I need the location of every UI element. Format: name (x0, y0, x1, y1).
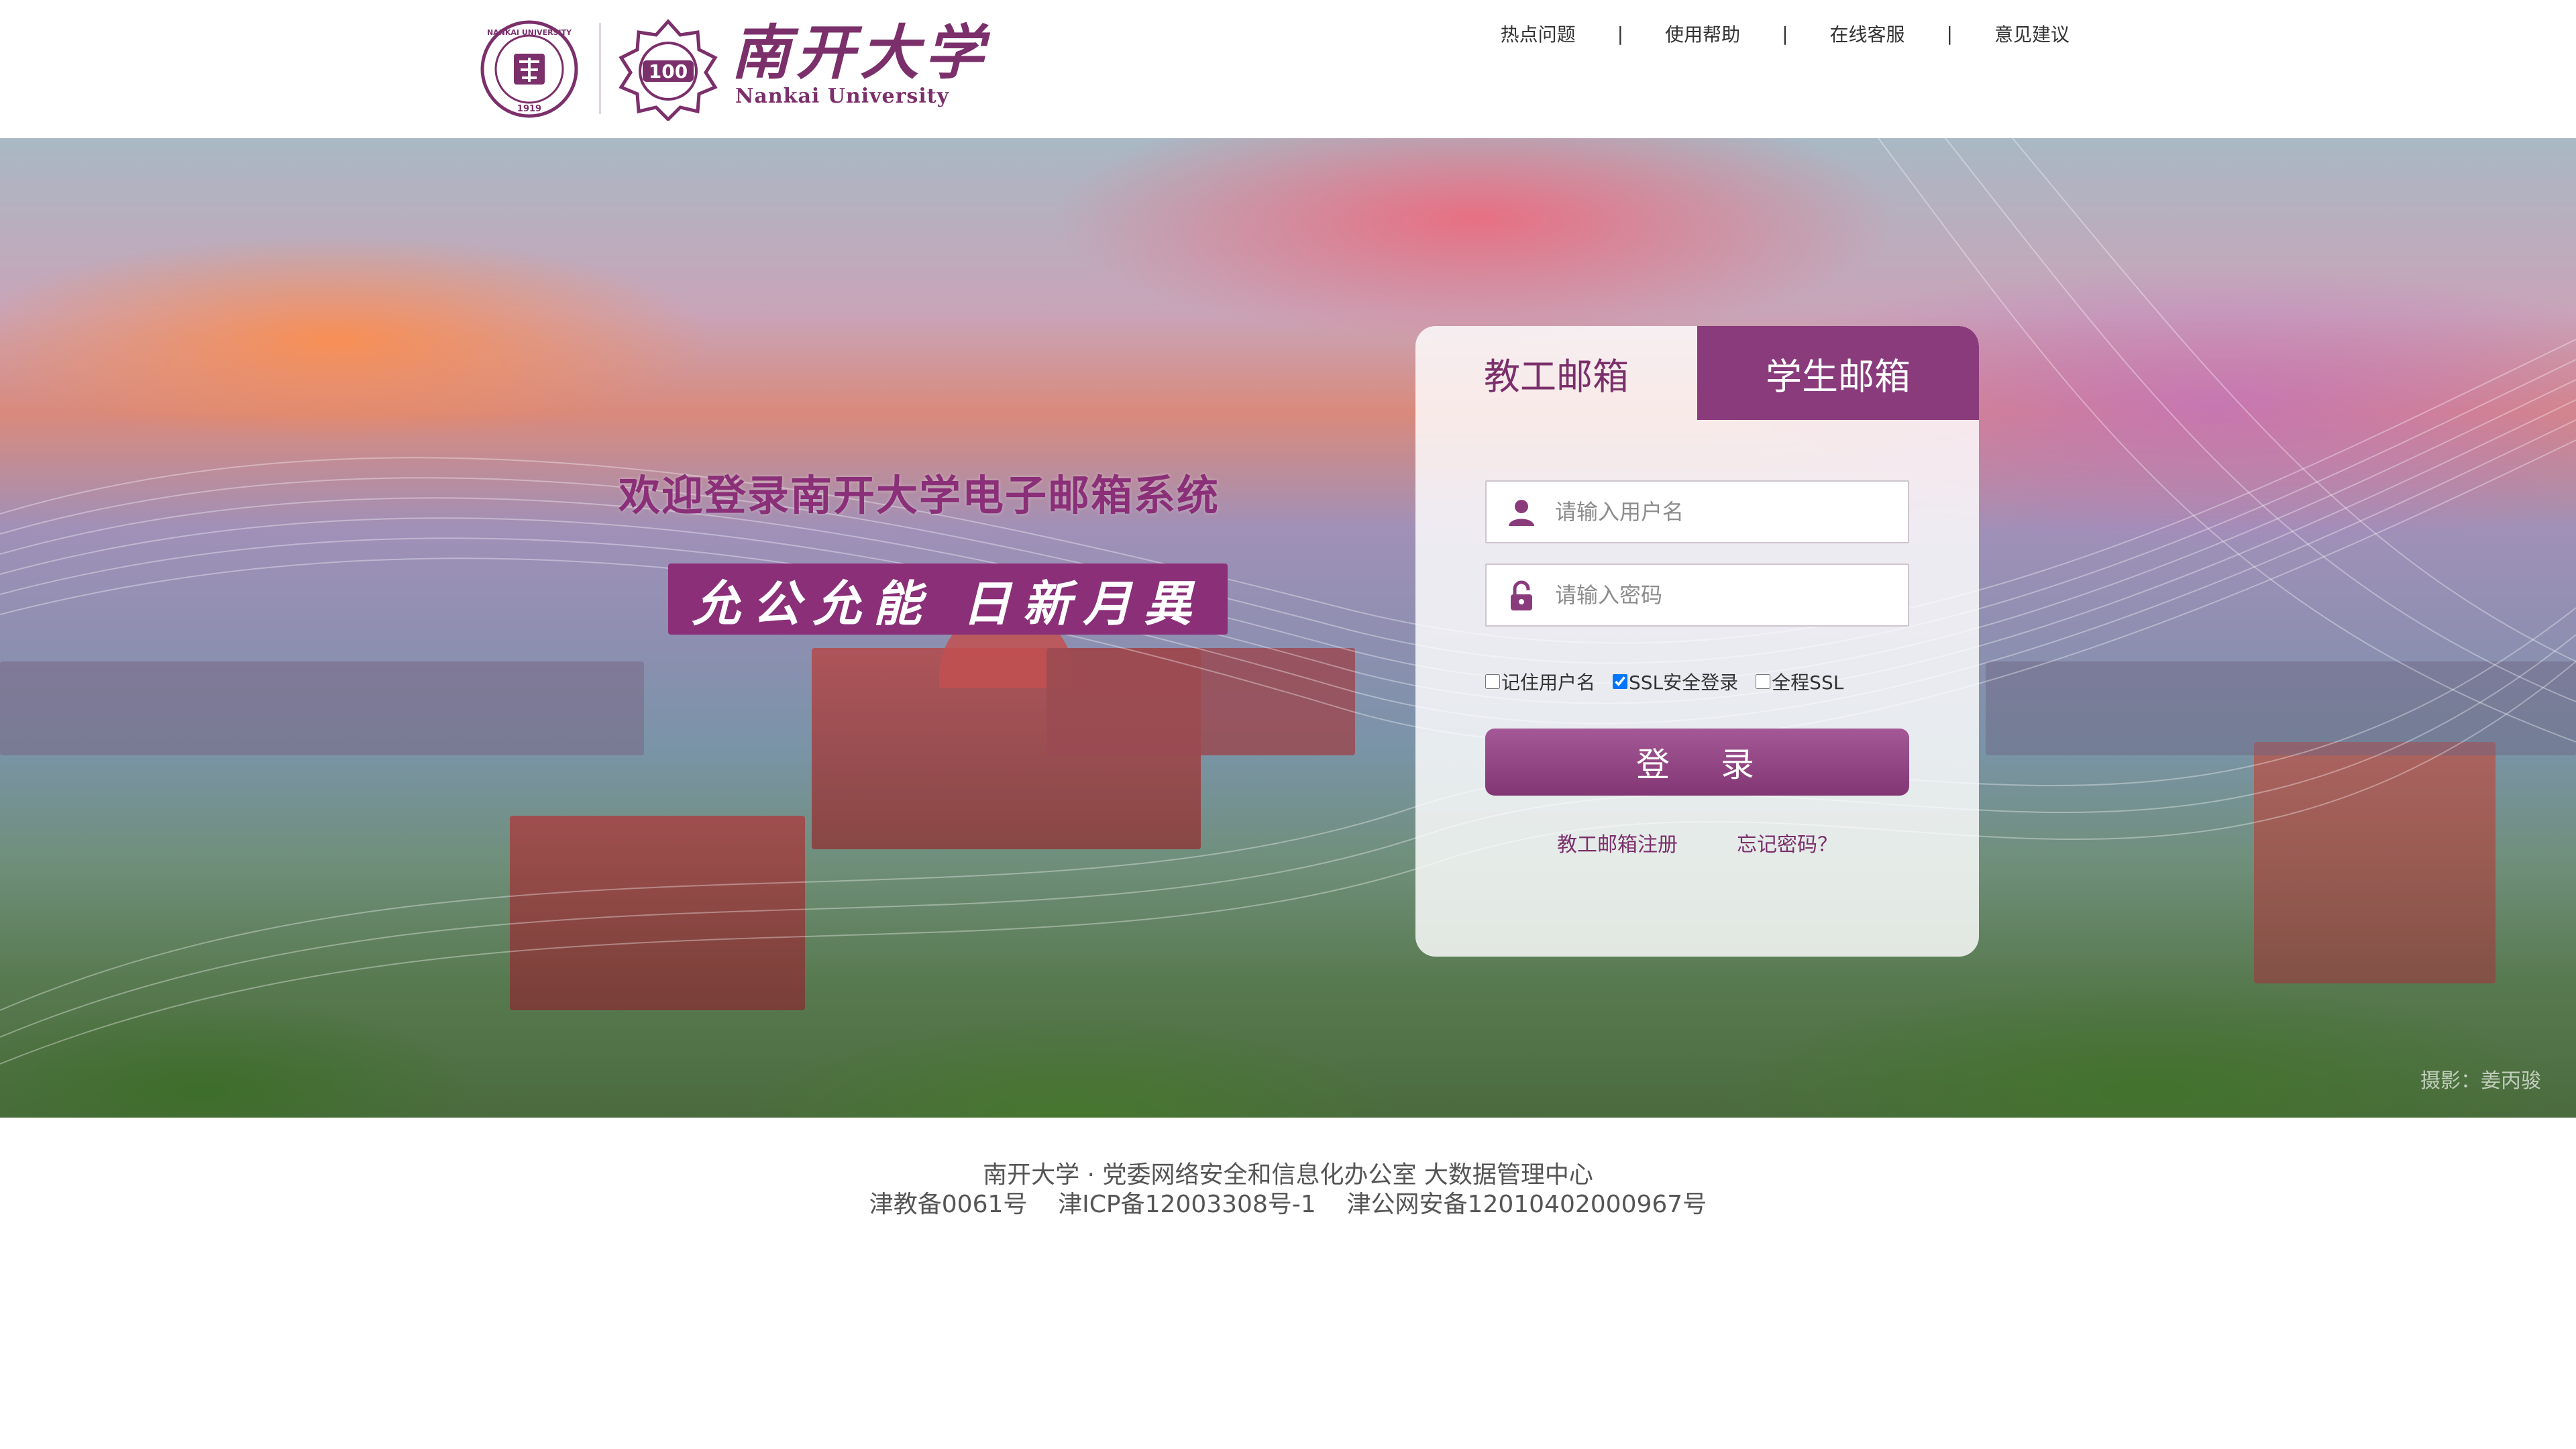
motto-text: 允公允能 日新月異 (692, 574, 1204, 632)
tab-student-mailbox[interactable]: 学生邮箱 (1697, 326, 1979, 420)
password-field (1485, 564, 1909, 627)
centennial-badge-icon: 100 (619, 19, 718, 121)
online-support-link[interactable]: 在线客服 (1830, 20, 1905, 47)
seal-year: 1919 (517, 104, 541, 114)
login-links: 教工邮箱注册 忘记密码？ (1415, 828, 1979, 857)
forgot-password-link[interactable]: 忘记密码？ (1737, 828, 1837, 857)
footer-organization: 南开大学 · 党委网络安全和信息化办公室 大数据管理中心 (983, 1161, 1593, 1189)
feedback-link[interactable]: 意见建议 (1994, 20, 2070, 47)
welcome-title: 欢迎登录南开大学电子邮箱系统 (619, 471, 1220, 520)
nav-separator: | (1946, 22, 1953, 45)
photo-credit: 摄影：姜丙骏 (2420, 1069, 2541, 1093)
brand-name-en: Nankai University (735, 85, 950, 108)
ssl-login-option[interactable]: SSL安全登录 (1613, 668, 1738, 695)
tab-staff-mailbox[interactable]: 教工邮箱 (1415, 326, 1697, 420)
top-nav: 热点问题 | 使用帮助 | 在线客服 | 意见建议 (1501, 20, 2070, 47)
ssl-login-label: SSL安全登录 (1629, 672, 1739, 694)
seal-top-text: NANKAI UNIVERSITY (487, 28, 572, 37)
lock-icon (1511, 580, 1532, 610)
password-input[interactable] (1554, 565, 1902, 625)
site-footer: 南开大学 · 党委网络安全和信息化办公室 大数据管理中心 津教备0061号 津I… (0, 1161, 2576, 1220)
motto-banner: 允公允能 日新月異 (668, 564, 1228, 635)
username-input[interactable] (1554, 482, 1902, 542)
nankai-seal-icon: NANKAI UNIVERSITY 1919 (480, 20, 578, 118)
username-field (1485, 480, 1909, 543)
site-header: NANKAI UNIVERSITY 1919 100 南开大学 Nankai U… (0, 0, 2576, 138)
hot-questions-link[interactable]: 热点问题 (1501, 20, 1576, 47)
hero-banner: 欢迎登录南开大学电子邮箱系统 允公允能 日新月異 摄影：姜丙骏 (0, 138, 2576, 1118)
ssl-login-checkbox[interactable] (1613, 674, 1628, 689)
decorative-waves (0, 138, 2576, 1065)
help-link[interactable]: 使用帮助 (1665, 20, 1740, 47)
remember-username-option[interactable]: 记住用户名 (1485, 668, 1595, 695)
login-button[interactable]: 登 录 (1485, 729, 1909, 796)
logo-divider (599, 23, 601, 114)
staff-register-link[interactable]: 教工邮箱注册 (1557, 828, 1678, 857)
login-card: 教工邮箱 学生邮箱 记住用户名 SSL安全登录 全程SSL 登 录 (1415, 326, 1979, 957)
full-ssl-checkbox[interactable] (1756, 674, 1771, 689)
nav-separator: | (1617, 22, 1624, 45)
remember-username-checkbox[interactable] (1485, 674, 1500, 689)
login-options: 记住用户名 SSL安全登录 全程SSL (1485, 668, 1861, 695)
nav-separator: | (1782, 22, 1788, 45)
full-ssl-option[interactable]: 全程SSL (1756, 668, 1843, 695)
centennial-number: 100 (649, 60, 688, 83)
remember-username-label: 记住用户名 (1501, 672, 1596, 694)
footer-registration: 津教备0061号 津ICP备12003308号-1 津公网安备120104020… (869, 1191, 1707, 1218)
full-ssl-label: 全程SSL (1772, 672, 1844, 694)
brand-name-cn: 南开大学 (731, 17, 989, 87)
user-icon (1509, 500, 1534, 526)
